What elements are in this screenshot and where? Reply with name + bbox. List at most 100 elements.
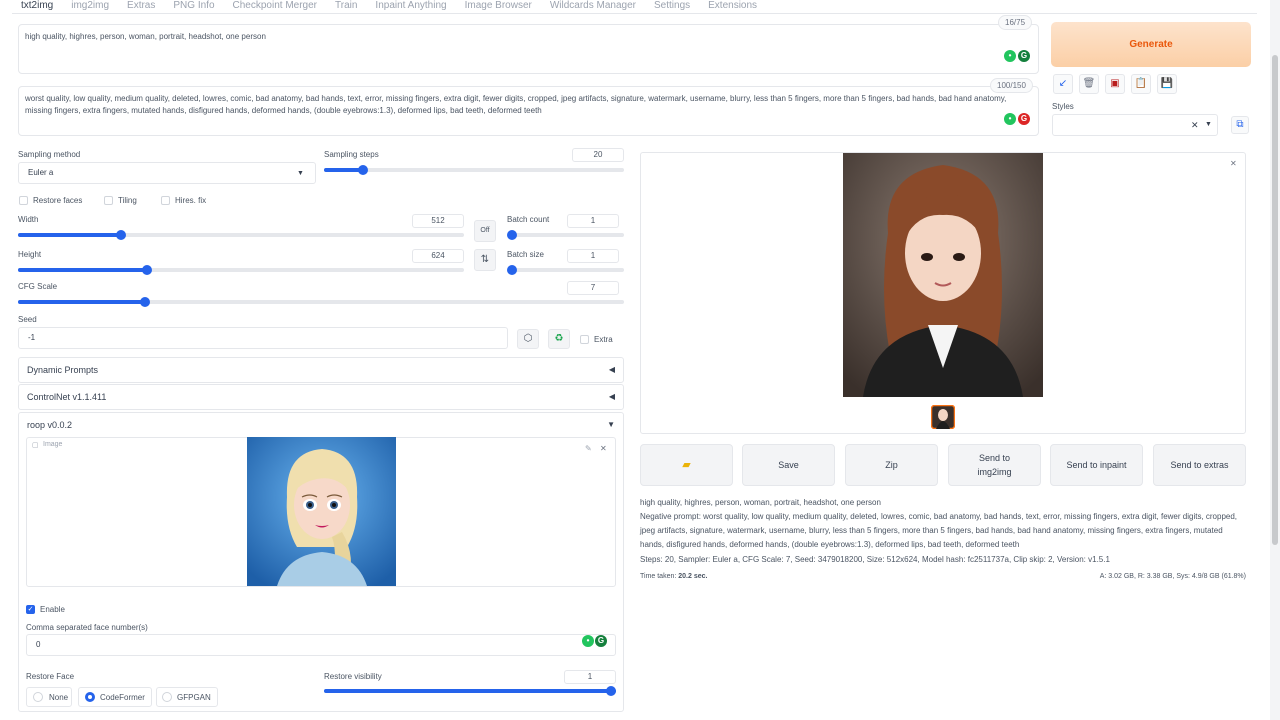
send-to-extras-button[interactable]: Send to extras bbox=[1153, 444, 1246, 486]
save-button[interactable]: Save bbox=[742, 444, 835, 486]
cfg-scale-slider[interactable] bbox=[18, 297, 624, 307]
seed-input[interactable]: -1 bbox=[18, 327, 508, 349]
generate-button[interactable]: Generate bbox=[1051, 22, 1251, 67]
apply-styles-icon[interactable]: ⧉ bbox=[1231, 116, 1249, 134]
slider-handle[interactable] bbox=[507, 265, 517, 275]
styles-label: Styles bbox=[1052, 102, 1074, 111]
tab-divider bbox=[12, 13, 1257, 14]
tab-train[interactable]: Train bbox=[326, 0, 366, 14]
chevron-down-icon: ▼ bbox=[297, 170, 304, 177]
send-to-inpaint-button[interactable]: Send to inpaint bbox=[1050, 444, 1143, 486]
tab-checkpoint-merger[interactable]: Checkpoint Merger bbox=[224, 0, 326, 14]
sampling-steps-input[interactable]: 20 bbox=[572, 148, 624, 162]
restore-none-radio[interactable] bbox=[33, 692, 43, 702]
grammarly-icon[interactable]: G bbox=[595, 635, 607, 647]
save-style-icon[interactable]: 💾 bbox=[1157, 74, 1177, 94]
seed-label: Seed bbox=[18, 315, 37, 324]
slider-handle[interactable] bbox=[507, 230, 517, 240]
close-icon[interactable]: ✕ bbox=[1230, 159, 1237, 168]
trash-icon[interactable]: 🗑 bbox=[1079, 74, 1099, 94]
sampling-method-label: Sampling method bbox=[18, 150, 81, 159]
restore-visibility-input[interactable]: 1 bbox=[564, 670, 616, 684]
edit-icon[interactable]: ✎ bbox=[585, 444, 592, 453]
slider-handle[interactable] bbox=[115, 230, 126, 240]
reuse-seed-icon[interactable]: ♻ bbox=[548, 329, 570, 349]
batch-count-slider[interactable] bbox=[507, 230, 624, 240]
generation-info-params: Steps: 20, Sampler: Euler a, CFG Scale: … bbox=[640, 555, 1110, 564]
width-slider[interactable] bbox=[18, 230, 464, 240]
restore-codeformer-radio[interactable] bbox=[85, 692, 95, 702]
height-slider[interactable] bbox=[18, 265, 464, 275]
slider-handle[interactable] bbox=[606, 686, 616, 696]
bulb-icon[interactable]: • bbox=[582, 635, 594, 647]
sampling-steps-slider[interactable] bbox=[324, 165, 624, 175]
bulb-icon[interactable]: • bbox=[1004, 113, 1016, 125]
close-icon[interactable]: ✕ bbox=[600, 444, 607, 453]
random-seed-icon[interactable]: ⬡ bbox=[517, 329, 539, 349]
prompt-input[interactable]: high quality, highres, person, woman, po… bbox=[18, 24, 1039, 74]
tiling-checkbox[interactable] bbox=[104, 196, 113, 205]
seed-value: -1 bbox=[28, 333, 36, 342]
page-scrollbar[interactable] bbox=[1270, 0, 1280, 720]
restore-visibility-slider[interactable] bbox=[324, 686, 616, 696]
time-taken-label: Time taken: bbox=[640, 573, 679, 580]
tab-img2img[interactable]: img2img bbox=[62, 0, 118, 14]
width-input[interactable]: 512 bbox=[412, 214, 464, 228]
folder-icon: ▰ bbox=[682, 459, 691, 471]
tab-wildcards-manager[interactable]: Wildcards Manager bbox=[541, 0, 645, 14]
send-to-img2img-button[interactable]: Send to img2img bbox=[948, 444, 1041, 486]
expand-triangle-icon: ▼ bbox=[607, 420, 615, 429]
slider-handle[interactable] bbox=[358, 165, 368, 175]
batch-size-slider[interactable] bbox=[507, 265, 624, 275]
restore-none-label: None bbox=[49, 693, 69, 702]
tab-settings[interactable]: Settings bbox=[645, 0, 699, 14]
negative-prompt-input[interactable]: worst quality, low quality, medium quali… bbox=[18, 86, 1039, 136]
prompt-token-counter: 16/75 bbox=[998, 15, 1033, 30]
slider-handle[interactable] bbox=[142, 265, 153, 275]
restore-gfpgan-radio[interactable] bbox=[162, 692, 172, 702]
time-taken-value: 20.2 sec. bbox=[678, 573, 708, 580]
extra-networks-icon[interactable]: ▣ bbox=[1105, 74, 1125, 94]
tab-png-info[interactable]: PNG Info bbox=[164, 0, 223, 14]
batch-count-label: Batch count bbox=[507, 215, 550, 224]
batch-count-input[interactable]: 1 bbox=[567, 214, 619, 228]
slider-fill bbox=[18, 233, 121, 237]
gallery-thumbnail[interactable] bbox=[931, 405, 955, 429]
open-folder-button[interactable]: ▰ bbox=[640, 444, 733, 486]
chevron-down-icon[interactable]: ▼ bbox=[1205, 121, 1212, 128]
negative-prompt-text: worst quality, low quality, medium quali… bbox=[25, 94, 1007, 115]
hires-fix-checkbox[interactable] bbox=[161, 196, 170, 205]
clipboard-icon[interactable]: 📋 bbox=[1131, 74, 1151, 94]
bulb-icon[interactable]: • bbox=[1004, 50, 1016, 62]
tab-extensions[interactable]: Extensions bbox=[699, 0, 766, 14]
sampling-method-dropdown[interactable]: Euler a bbox=[18, 162, 316, 184]
width-label: Width bbox=[18, 215, 39, 224]
generation-info-prompt: high quality, highres, person, woman, po… bbox=[640, 498, 881, 507]
clear-icon[interactable]: ✕ bbox=[1191, 120, 1199, 131]
tab-extras[interactable]: Extras bbox=[118, 0, 164, 14]
restore-faces-checkbox[interactable] bbox=[19, 196, 28, 205]
generated-portrait-image[interactable] bbox=[843, 153, 1043, 397]
hires-off-button[interactable]: Off bbox=[474, 220, 496, 242]
extra-seed-checkbox[interactable] bbox=[580, 335, 589, 344]
cfg-scale-input[interactable]: 7 bbox=[567, 281, 619, 295]
tab-image-browser[interactable]: Image Browser bbox=[456, 0, 541, 14]
batch-size-input[interactable]: 1 bbox=[567, 249, 619, 263]
face-numbers-input[interactable]: 0 bbox=[26, 634, 616, 656]
zip-button[interactable]: Zip bbox=[845, 444, 938, 486]
grammarly-icon[interactable]: G bbox=[1018, 113, 1030, 125]
read-params-icon[interactable]: ↙ bbox=[1053, 74, 1073, 94]
tab-txt2img[interactable]: txt2img bbox=[12, 0, 63, 14]
scrollbar-thumb[interactable] bbox=[1272, 55, 1278, 545]
roop-enable-checkbox[interactable]: ✓ bbox=[26, 605, 35, 614]
extra-seed-label: Extra bbox=[594, 335, 613, 344]
tab-inpaint-anything[interactable]: Inpaint Anything bbox=[366, 0, 455, 14]
dynamic-prompts-accordion[interactable]: Dynamic Prompts ◀ bbox=[18, 357, 624, 383]
grammarly-icon[interactable]: G bbox=[1018, 50, 1030, 62]
height-input[interactable]: 624 bbox=[412, 249, 464, 263]
roop-title: roop v0.0.2 bbox=[27, 420, 73, 430]
slider-handle[interactable] bbox=[140, 297, 151, 307]
roop-image-label: Image bbox=[43, 441, 63, 448]
swap-dimensions-icon[interactable]: ⇅ bbox=[474, 249, 496, 271]
controlnet-accordion[interactable]: ControlNet v1.1.411 ◀ bbox=[18, 384, 624, 410]
